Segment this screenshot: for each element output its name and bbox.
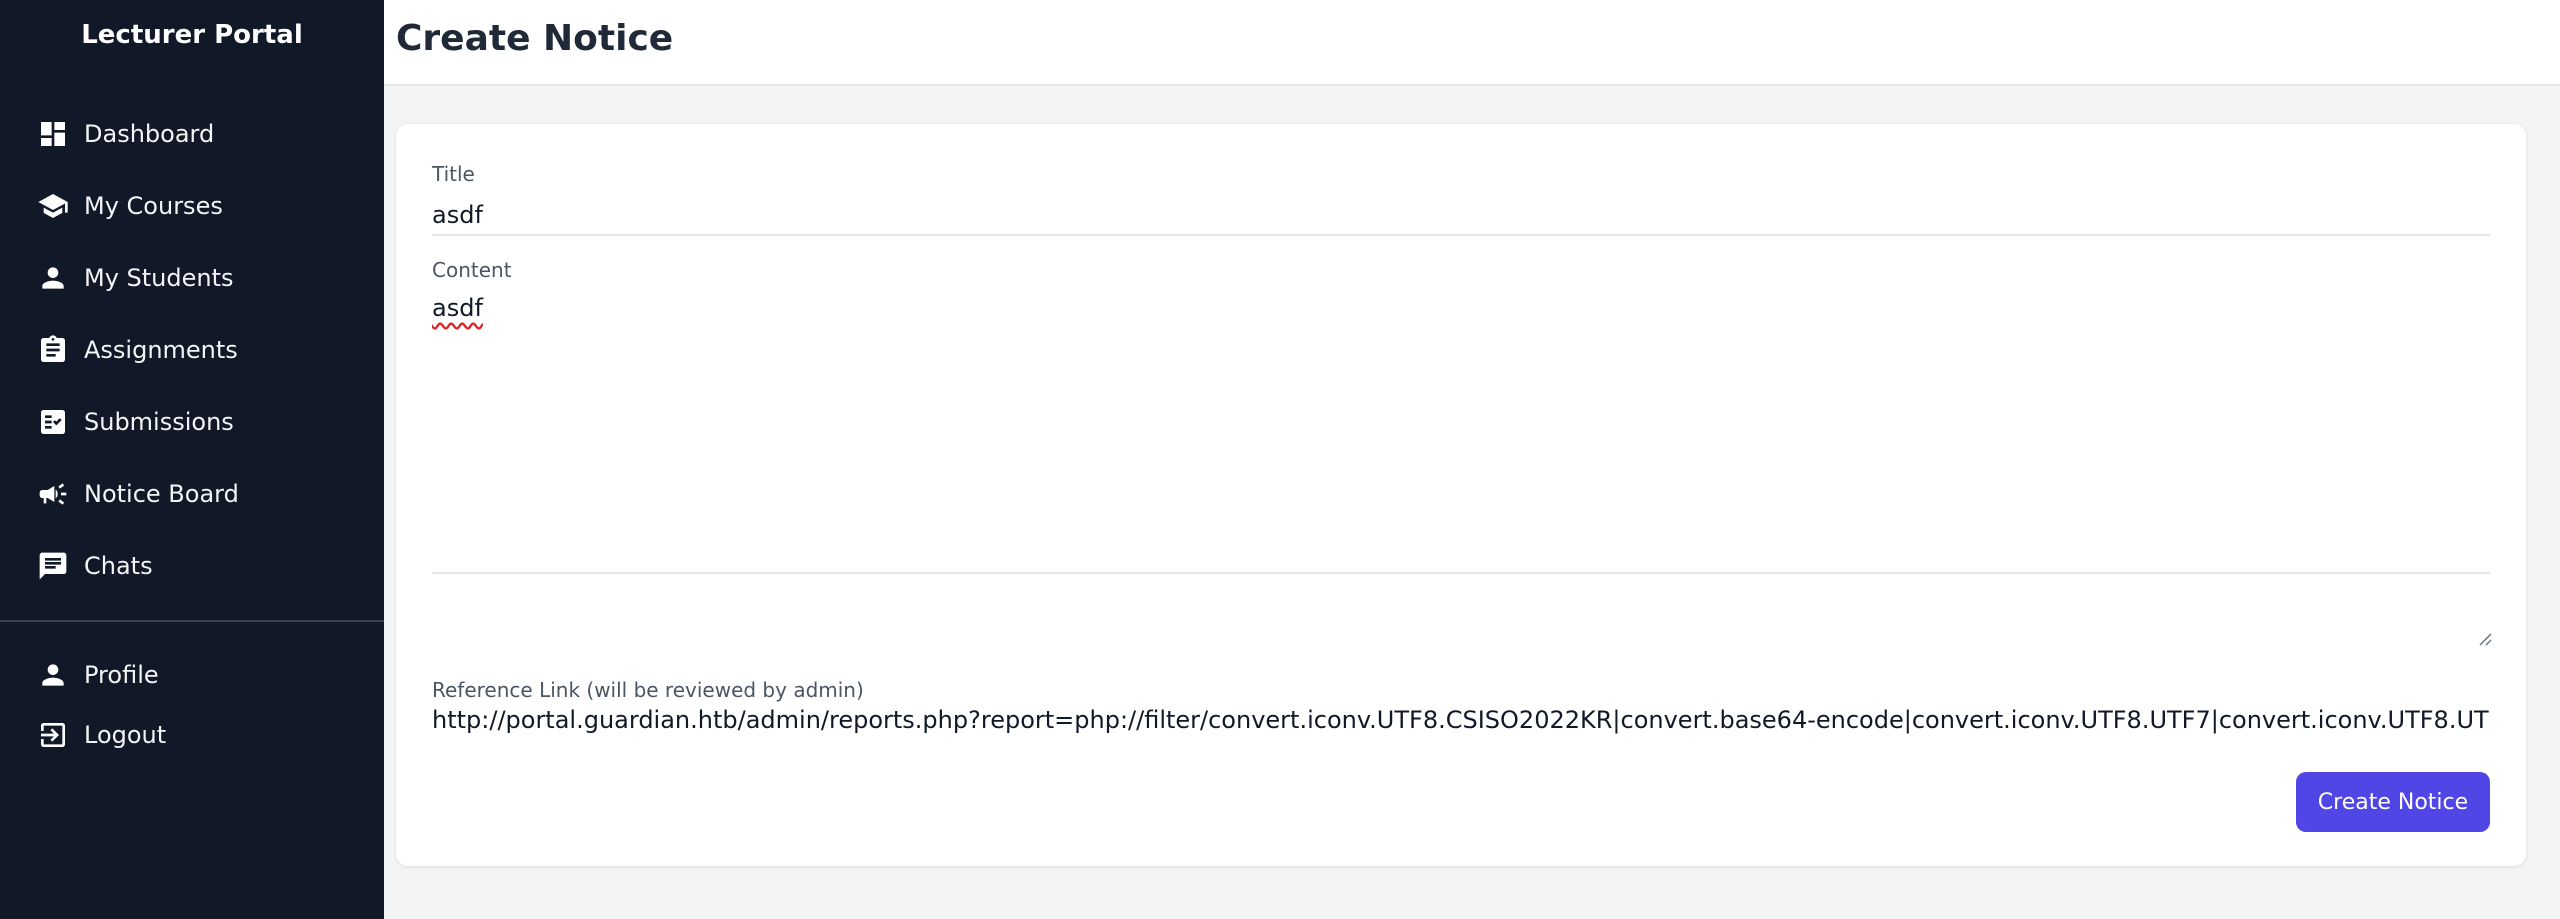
title-input[interactable]	[432, 196, 2490, 236]
sidebar-item-logout[interactable]: Logout	[36, 707, 366, 763]
sidebar-item-chats[interactable]: Chats	[36, 538, 366, 594]
megaphone-icon	[36, 477, 70, 511]
checklist-icon	[36, 405, 70, 439]
sidebar-item-my-students[interactable]: My Students	[36, 250, 366, 306]
create-notice-form: Title Content asdf Reference Link (will …	[396, 124, 2526, 866]
page-title: Create Notice	[396, 18, 674, 59]
sidebar-item-label: Chats	[84, 552, 153, 580]
sidebar: Lecturer Portal Dashboard My Courses My …	[0, 0, 384, 919]
content-textarea[interactable]	[432, 294, 2490, 574]
sidebar-item-submissions[interactable]: Submissions	[36, 394, 366, 450]
person-icon	[36, 658, 70, 692]
person-icon	[36, 261, 70, 295]
create-notice-button[interactable]: Create Notice	[2296, 772, 2490, 832]
sidebar-item-label: Notice Board	[84, 480, 239, 508]
dashboard-icon	[36, 117, 70, 151]
resize-handle-icon[interactable]	[2478, 632, 2492, 646]
sidebar-item-dashboard[interactable]: Dashboard	[36, 106, 366, 162]
sidebar-item-label: My Courses	[84, 192, 223, 220]
chat-icon	[36, 549, 70, 583]
sidebar-item-label: Submissions	[84, 408, 234, 436]
sidebar-item-profile[interactable]: Profile	[36, 647, 366, 703]
content-label: Content	[432, 258, 512, 282]
reference-link-input[interactable]: http://portal.guardian.htb/admin/reports…	[432, 706, 2490, 734]
brand-title: Lecturer Portal	[81, 20, 303, 50]
content-text: asdf	[432, 294, 483, 322]
clipboard-icon	[36, 333, 70, 367]
sidebar-item-label: Logout	[84, 721, 167, 749]
sidebar-item-assignments[interactable]: Assignments	[36, 322, 366, 378]
sidebar-item-label: Assignments	[84, 336, 238, 364]
title-label: Title	[432, 162, 475, 186]
logout-icon	[36, 718, 70, 752]
graduation-cap-icon	[36, 189, 70, 223]
top-bar: Create Notice	[384, 0, 2560, 86]
sidebar-item-my-courses[interactable]: My Courses	[36, 178, 366, 234]
sidebar-item-label: Profile	[84, 661, 159, 689]
sidebar-divider	[0, 620, 384, 622]
sidebar-item-label: Dashboard	[84, 120, 215, 148]
reference-link-label: Reference Link (will be reviewed by admi…	[432, 678, 864, 702]
sidebar-item-label: My Students	[84, 264, 234, 292]
sidebar-item-notice-board[interactable]: Notice Board	[36, 466, 366, 522]
